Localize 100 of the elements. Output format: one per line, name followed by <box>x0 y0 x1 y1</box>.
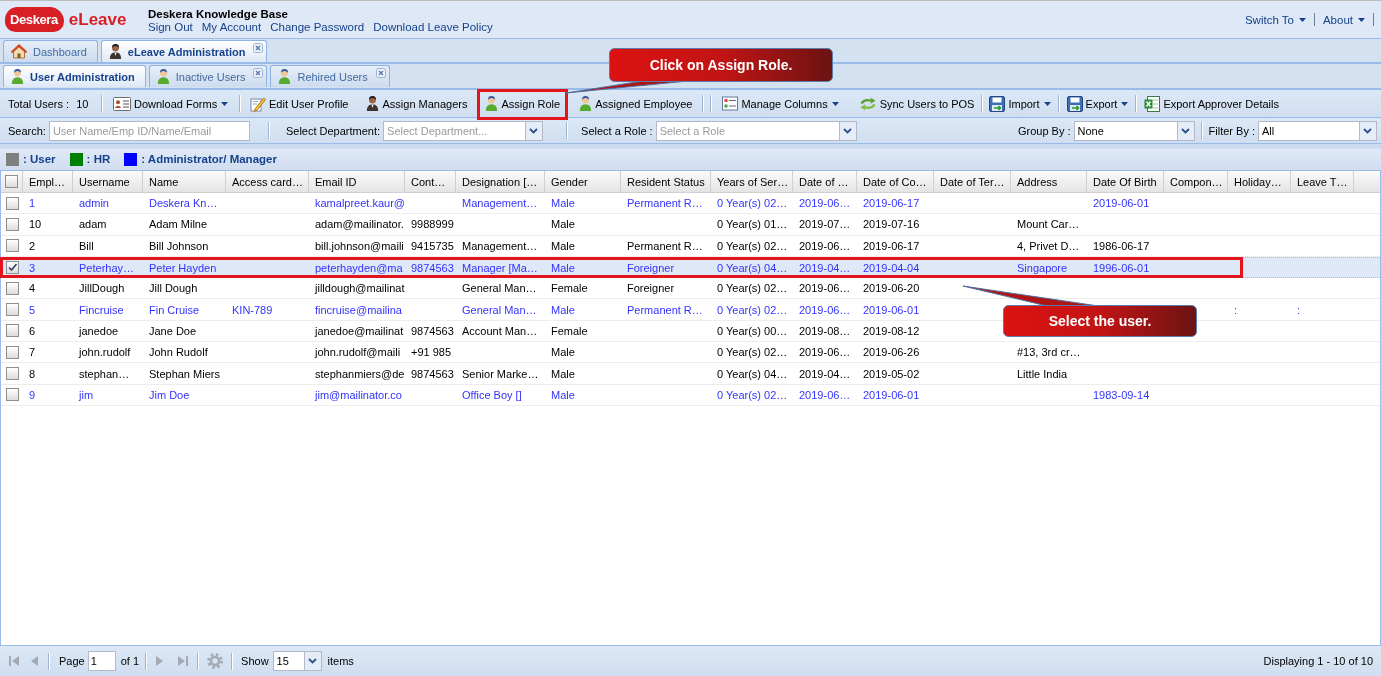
column-header[interactable]: Years of Ser… <box>711 171 793 192</box>
previous-page-icon[interactable] <box>30 655 38 667</box>
toolbar-button[interactable]: Sync Users to POS <box>855 92 978 115</box>
checkbox[interactable] <box>5 217 19 231</box>
table-cell-text: john.rudolf@maili <box>313 345 402 361</box>
chevron-down-icon[interactable] <box>1359 121 1376 140</box>
column-header[interactable]: Date of Ter… <box>934 171 1011 192</box>
table-cell-text: Jane Doe <box>148 323 198 339</box>
table-cell-text: 1983-09-14 <box>1092 387 1151 403</box>
table-cell-text: Female <box>550 281 589 297</box>
column-header[interactable]: Compon… <box>1164 171 1228 192</box>
column-header[interactable]: Email ID <box>309 171 405 192</box>
field-label: Select Department: <box>285 124 381 137</box>
column-header[interactable]: Date Of Birth <box>1087 171 1164 192</box>
table-cell-text: 0 Year(s) 02… <box>716 387 789 403</box>
tab[interactable]: Dashboard <box>3 40 98 62</box>
table-cell-text: Peterhay… <box>78 260 136 276</box>
toolbar-button[interactable]: Import <box>986 92 1054 115</box>
checkbox[interactable] <box>5 367 19 380</box>
close-icon[interactable] <box>375 68 386 78</box>
table-cell-text: Male <box>550 302 576 318</box>
table-cell-text: 10 <box>28 217 43 233</box>
table-cell-text: 2 <box>28 238 37 254</box>
first-page-icon[interactable] <box>8 655 20 667</box>
table-cell-text: John Rudolf <box>148 345 209 361</box>
toolbar-button[interactable]: Export <box>1063 92 1132 115</box>
toolbar-button[interactable]: Export Approver Details <box>1141 92 1283 115</box>
tab[interactable]: User Administration <box>3 65 146 87</box>
table-cell-text: Male <box>550 238 576 254</box>
id-card-icon <box>113 96 131 111</box>
page-field[interactable]: 1 <box>87 651 116 671</box>
table-cell-text: Fincruise <box>78 302 125 318</box>
checkbox[interactable] <box>5 345 19 359</box>
column-header[interactable]: Gender <box>545 171 621 192</box>
last-page-icon[interactable] <box>177 655 190 667</box>
column-header[interactable]: Holiday… <box>1228 171 1291 192</box>
column-header[interactable]: Date of Co… <box>857 171 934 192</box>
dropdown-field[interactable]: All <box>1258 120 1377 141</box>
chevron-down-icon[interactable] <box>1176 121 1194 140</box>
table-cell-text: Jill Dough <box>148 281 199 297</box>
column-header[interactable]: Resident Status <box>621 171 711 192</box>
column-header[interactable]: Date of … <box>793 171 857 192</box>
toolbar-button[interactable]: Edit User Profile <box>247 92 352 115</box>
table-cell-text: 9874563 <box>410 366 455 382</box>
column-header[interactable]: Access card… <box>226 171 309 192</box>
column-header[interactable]: Designation [… <box>456 171 545 192</box>
total-label: Total Users : <box>8 97 70 110</box>
checkbox[interactable] <box>5 324 19 338</box>
checkbox[interactable] <box>5 175 18 188</box>
table-cell-text: Male <box>550 217 576 233</box>
column-header[interactable]: Empl… <box>23 171 73 192</box>
table-cell-text: 9415735 <box>410 238 455 254</box>
tab[interactable]: eLeave Administration <box>100 40 268 62</box>
table-cell-text: Foreigner <box>626 281 676 297</box>
checkbox[interactable] <box>5 196 19 210</box>
toolbar-button[interactable]: Download Forms <box>110 92 232 115</box>
toolbar-button[interactable]: Assign Role <box>482 92 564 115</box>
gear-icon[interactable] <box>207 653 224 669</box>
header-link[interactable]: My Account <box>201 20 262 33</box>
caret-icon <box>1121 101 1129 106</box>
table-cell-text: Male <box>550 260 576 276</box>
column-header[interactable]: Address <box>1011 171 1087 192</box>
table-cell-text: stephan… <box>78 366 131 382</box>
header-link[interactable]: Download Leave Policy <box>373 20 493 33</box>
next-page-icon[interactable] <box>155 655 164 667</box>
chevron-down-icon[interactable] <box>525 121 543 140</box>
dropdown-field[interactable]: None <box>1073 120 1195 141</box>
table-cell-text: 0 Year(s) 02… <box>716 238 789 254</box>
close-icon[interactable] <box>253 43 264 53</box>
search-field[interactable]: User Name/Emp ID/Name/Email <box>48 120 250 141</box>
column-header[interactable]: Username <box>73 171 143 192</box>
table-cell-text: 2019-06… <box>798 345 852 361</box>
table-cell-text: Permanent R… <box>626 238 704 254</box>
tab[interactable]: Rehired Users <box>270 65 390 87</box>
checkbox[interactable] <box>5 303 19 317</box>
table-cell-text: : <box>1296 302 1302 318</box>
checkbox[interactable] <box>5 388 19 402</box>
column-header[interactable]: Name <box>143 171 226 192</box>
column-header[interactable]: Cont… <box>405 171 456 192</box>
header-link[interactable]: Sign Out <box>148 20 193 33</box>
chevron-down-icon[interactable] <box>303 652 321 670</box>
logo-brand: Deskera <box>5 7 64 32</box>
table-cell-text: jim <box>77 387 95 403</box>
table-cell-text: Mount Car… <box>1016 217 1081 233</box>
header-link[interactable]: Change Password <box>270 20 365 33</box>
caret-icon <box>1043 101 1051 106</box>
checkbox[interactable] <box>5 239 19 253</box>
menu-link[interactable]: Switch To <box>1244 13 1294 26</box>
close-icon[interactable] <box>253 68 264 78</box>
chevron-down-icon[interactable] <box>838 121 856 140</box>
table-cell-text: 2019-06-01 <box>862 387 921 403</box>
column-header[interactable]: Leave T… <box>1291 171 1354 192</box>
table-cell-text: 2019-05-02 <box>862 366 921 382</box>
tab[interactable]: Inactive Users <box>148 65 268 87</box>
checkbox[interactable] <box>5 261 19 275</box>
checkbox[interactable] <box>5 281 19 295</box>
page-size-field[interactable]: 15 <box>272 651 322 671</box>
toolbar-button[interactable]: Assign Managers <box>363 92 471 115</box>
table-cell-text: 2019-04… <box>798 260 852 276</box>
menu-link[interactable]: About <box>1322 13 1353 26</box>
